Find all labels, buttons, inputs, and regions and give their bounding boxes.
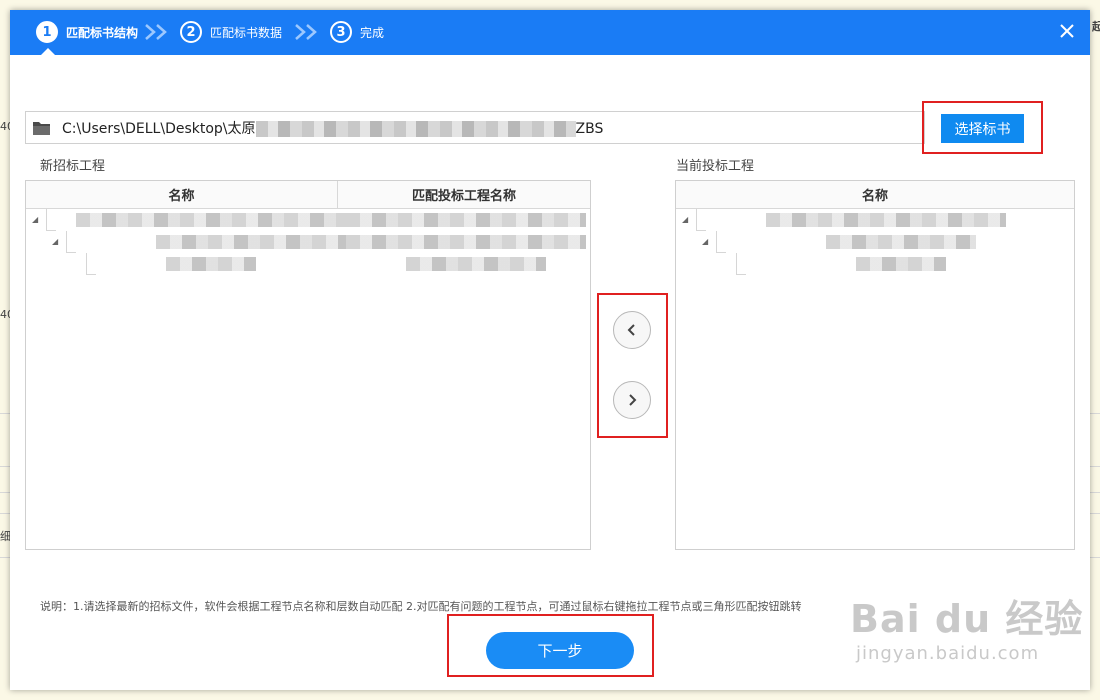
tree-node[interactable] (676, 253, 1074, 275)
redacted-path (255, 120, 576, 137)
move-right-button[interactable] (613, 381, 651, 419)
step-number: 2 (180, 21, 202, 43)
match-bid-dialog: 1 匹配标书结构 2 匹配标书数据 3 完成 C:\Users\DELL\Des… (10, 10, 1090, 690)
instruction-note: 说明：1.请选择最新的招标文件，软件会根据工程节点名称和层数自动匹配 2.对匹配… (40, 600, 802, 613)
step-2: 2 匹配标书数据 (180, 20, 282, 44)
tree-line (66, 231, 76, 253)
table-header: 名称 匹配投标工程名称 (26, 181, 590, 209)
step-label: 匹配标书结构 (66, 25, 139, 40)
move-left-button[interactable] (613, 311, 651, 349)
table-header: 名称 (676, 181, 1074, 209)
step-label: 完成 (360, 25, 385, 40)
tree-node[interactable]: ◢ (676, 209, 1074, 231)
next-step-button[interactable]: 下一步 (486, 632, 634, 669)
step-1: 1 匹配标书结构 (36, 20, 138, 44)
file-path-suffix: ZBS (575, 120, 604, 137)
chevron-left-icon (627, 324, 635, 336)
expand-triangle-icon[interactable]: ◢ (702, 237, 708, 246)
redacted-match (406, 257, 546, 271)
column-header-name: 名称 (861, 189, 888, 204)
expand-triangle-icon[interactable]: ◢ (52, 237, 58, 246)
redacted-name (156, 235, 346, 249)
active-step-pointer (41, 48, 55, 55)
redacted-name (856, 257, 946, 271)
double-chevron-icon (145, 24, 167, 40)
redacted-name (826, 235, 976, 249)
column-header-name: 名称 (26, 181, 338, 208)
expand-triangle-icon[interactable]: ◢ (682, 215, 688, 224)
baidu-watermark: Bai du 经验 jingyan.baidu.com (850, 588, 1083, 664)
file-path-field[interactable]: C:\Users\DELL\Desktop\太原 ZBS (25, 111, 925, 144)
current-bid-tree[interactable]: 名称 ◢ ◢ (675, 180, 1075, 550)
new-tender-tree[interactable]: 名称 匹配投标工程名称 ◢ ◢ (25, 180, 591, 550)
wizard-titlebar: 1 匹配标书结构 2 匹配标书数据 3 完成 (10, 10, 1090, 55)
highlight-box (922, 101, 1043, 154)
watermark-logo: Bai du 经验 (850, 597, 1084, 641)
step-number: 3 (330, 21, 352, 43)
tree-line (736, 253, 746, 275)
right-panel-title: 当前投标工程 (676, 159, 755, 174)
file-path-text: C:\Users\DELL\Desktop\太原 ZBS (62, 118, 603, 138)
chevron-right-icon (629, 394, 637, 406)
background-text: 起 (1092, 20, 1100, 33)
column-header-match: 匹配投标工程名称 (411, 189, 516, 204)
step-number: 1 (36, 21, 58, 43)
close-icon[interactable] (1058, 22, 1076, 40)
folder-icon (33, 121, 50, 135)
watermark-url: jingyan.baidu.com (856, 643, 1040, 664)
tree-line (696, 209, 706, 231)
redacted-name (766, 213, 1006, 227)
tree-line (716, 231, 726, 253)
tree-line (46, 209, 56, 231)
left-panel-title: 新招标工程 (40, 159, 106, 174)
redacted-name (166, 257, 256, 271)
redacted-match (346, 235, 586, 249)
redacted-match (346, 213, 586, 227)
tree-line (86, 253, 96, 275)
file-path-prefix: C:\Users\DELL\Desktop\太原 (62, 120, 256, 137)
redacted-name (76, 213, 346, 227)
tree-node[interactable]: ◢ (26, 231, 590, 253)
step-label: 匹配标书数据 (210, 25, 283, 40)
tree-node[interactable]: ◢ (26, 209, 590, 231)
tree-node[interactable] (26, 253, 590, 275)
tree-node[interactable]: ◢ (676, 231, 1074, 253)
double-chevron-icon (295, 24, 317, 40)
expand-triangle-icon[interactable]: ◢ (32, 215, 38, 224)
step-3: 3 完成 (330, 20, 384, 44)
